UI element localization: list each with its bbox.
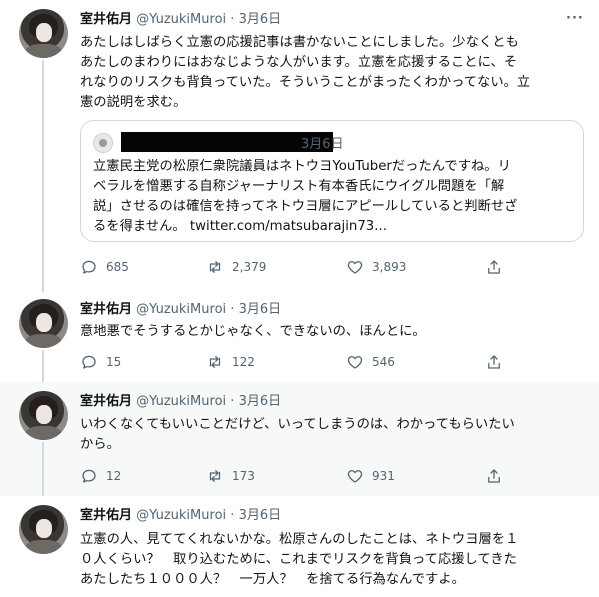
handle[interactable]: @YuzukiMuroi	[136, 302, 226, 317]
quoted-text: 立憲民主党の松原仁衆院議員はネトウヨYouTuberだったんですね。リ ベラルを…	[93, 157, 571, 237]
quoted-text-line: 説」させるのは確信を持ってネトウヨ層にアピールしていると判断せざ	[93, 199, 518, 214]
tweet-text: いわくなくてもいいことだけど、いってしまうのは、わかってもらいたい から。	[80, 415, 580, 455]
like-count: 3,893	[372, 260, 407, 274]
more-dots-icon[interactable]: ···	[566, 11, 584, 26]
thread-line	[42, 350, 44, 382]
retweet-count: 2,379	[232, 260, 267, 274]
quoted-text-line: 立憲民主党の松原仁衆院議員はネトウヨYouTuberだったんですね。リ	[93, 159, 511, 174]
tweet-text-line: あたしはしばらく立憲の応援記事は書かないことにしました。少なくとも	[80, 35, 519, 50]
speech-bubble-icon	[82, 469, 96, 483]
timestamp[interactable]: 3月6日	[239, 508, 282, 523]
timestamp[interactable]: 3月6日	[239, 302, 282, 317]
display-name[interactable]: 室井佑月	[80, 302, 132, 317]
quoted-avatar	[93, 133, 113, 153]
display-name[interactable]: 室井佑月	[80, 394, 132, 409]
tweet-text-line: 意地悪でそうするとかじゃなく、できないの、ほんとに。	[80, 324, 426, 339]
tweet-text-line: 憲の説明を求む。	[80, 95, 187, 110]
tweet-text-line: あたしたち１０００人？ 一万人？ を捨てる行為なんですよ。	[80, 572, 465, 587]
tweet-text-line: れなりのリスクも背負っていた。そういうことがまったくわかってない。立	[80, 75, 531, 90]
retweet-button[interactable]: 2,379	[206, 257, 266, 277]
quoted-tweet[interactable]: 3月6日 立憲民主党の松原仁衆院議員はネトウヨYouTuberだったんですね。リ…	[80, 120, 584, 242]
retweet-button[interactable]: 173	[206, 466, 255, 486]
share-button[interactable]	[485, 257, 503, 277]
speech-bubble-icon	[82, 355, 96, 369]
handle[interactable]: @YuzukiMuroi	[136, 12, 226, 27]
like-count: 546	[372, 355, 395, 369]
tweet[interactable]: 室井佑月 @YuzukiMuroi · 3月6日 立憲の人、見ててくれないかな。…	[0, 496, 599, 597]
tweet[interactable]: 室井佑月 @YuzukiMuroi · 3月6日 意地悪でそうするとかじゃなく、…	[0, 290, 599, 382]
tweet-header: 室井佑月 @YuzukiMuroi · 3月6日	[80, 508, 281, 524]
tweet[interactable]: 室井佑月 @YuzukiMuroi · 3月6日 いわくなくてもいいことだけど、…	[0, 382, 599, 496]
retweet-count: 173	[232, 469, 255, 483]
avatar[interactable]	[19, 391, 68, 440]
reply-button[interactable]: 12	[80, 466, 121, 486]
retweet-count: 122	[232, 355, 255, 369]
quoted-timestamp: 3月6日	[301, 137, 344, 152]
separator-dot: ·	[230, 394, 235, 409]
retweet-icon	[209, 470, 221, 482]
timestamp[interactable]: 3月6日	[239, 12, 282, 27]
action-bar: 15 122 546	[80, 352, 580, 372]
heart-icon	[347, 470, 363, 483]
like-button[interactable]: 546	[346, 352, 395, 372]
tweet-text: 立憲の人、見ててくれないかな。松原さんのしたことは、ネトウヨ層を１ ０人くらい？…	[80, 530, 580, 590]
tweet-text: あたしはしばらく立憲の応援記事は書かないことにしました。少なくとも あたしのまわ…	[80, 33, 580, 113]
thread-line	[42, 442, 44, 496]
thread-line	[42, 60, 44, 292]
tweet-text-line: 立憲の人、見ててくれないかな。松原さんのしたことは、ネトウヨ層を１	[80, 532, 519, 547]
tweet-header: 室井佑月 @YuzukiMuroi · 3月6日	[80, 394, 281, 410]
like-count: 931	[372, 469, 395, 483]
speech-bubble-icon	[82, 260, 96, 274]
separator-dot: ·	[230, 302, 235, 317]
handle[interactable]: @YuzukiMuroi	[136, 508, 226, 523]
tweet-header: 室井佑月 @YuzukiMuroi · 3月6日	[80, 302, 281, 318]
reply-count: 12	[106, 469, 122, 483]
share-button[interactable]	[485, 466, 503, 486]
tweet-text-line: から。	[80, 437, 120, 452]
display-name[interactable]: 室井佑月	[80, 12, 132, 27]
quoted-text-line: るを得ません。 twitter.com/matsubarajin73...	[93, 219, 387, 234]
action-bar: 12 173 931	[80, 466, 580, 486]
share-icon	[488, 355, 500, 369]
tweet-header: 室井佑月 @YuzukiMuroi · 3月6日	[80, 12, 281, 28]
reply-count: 685	[106, 260, 129, 274]
action-bar: 685 2,379 3,893	[80, 257, 580, 277]
quoted-text-line: ベラルを憎悪する自称ジャーナリスト有本香氏にウイグル問題を「解	[93, 179, 505, 194]
timestamp[interactable]: 3月6日	[239, 394, 282, 409]
like-button[interactable]: 3,893	[346, 257, 406, 277]
heart-icon	[347, 261, 363, 274]
share-button[interactable]	[485, 352, 503, 372]
avatar[interactable]	[19, 9, 68, 58]
like-button[interactable]: 931	[346, 466, 395, 486]
avatar[interactable]	[19, 505, 68, 554]
timeline: 室井佑月 @YuzukiMuroi · 3月6日 ··· あたしはしばらく立憲の…	[0, 0, 599, 597]
heart-icon	[347, 356, 363, 369]
tweet[interactable]: 室井佑月 @YuzukiMuroi · 3月6日 ··· あたしはしばらく立憲の…	[0, 0, 599, 292]
reply-button[interactable]: 685	[80, 257, 129, 277]
tweet-text-line: ０人くらい？ 取り込むために、これまでリスクを背負って応援してきた	[80, 552, 517, 567]
tweet-text-line: あたしのまわりにはおなじような人がいます。立憲を応援することに、そ	[80, 55, 518, 70]
tweet-text: 意地悪でそうするとかじゃなく、できないの、ほんとに。	[80, 322, 580, 342]
retweet-icon	[209, 356, 221, 368]
tweet-text-line: いわくなくてもいいことだけど、いってしまうのは、わかってもらいたい	[80, 417, 515, 432]
avatar[interactable]	[19, 299, 68, 348]
separator-dot: ·	[230, 508, 235, 523]
handle[interactable]: @YuzukiMuroi	[136, 394, 226, 409]
retweet-button[interactable]: 122	[206, 352, 255, 372]
retweet-icon	[209, 261, 221, 273]
share-icon	[488, 469, 500, 483]
share-icon	[488, 260, 500, 274]
reply-count: 15	[106, 355, 122, 369]
separator-dot: ·	[230, 12, 235, 27]
display-name[interactable]: 室井佑月	[80, 508, 132, 523]
reply-button[interactable]: 15	[80, 352, 121, 372]
